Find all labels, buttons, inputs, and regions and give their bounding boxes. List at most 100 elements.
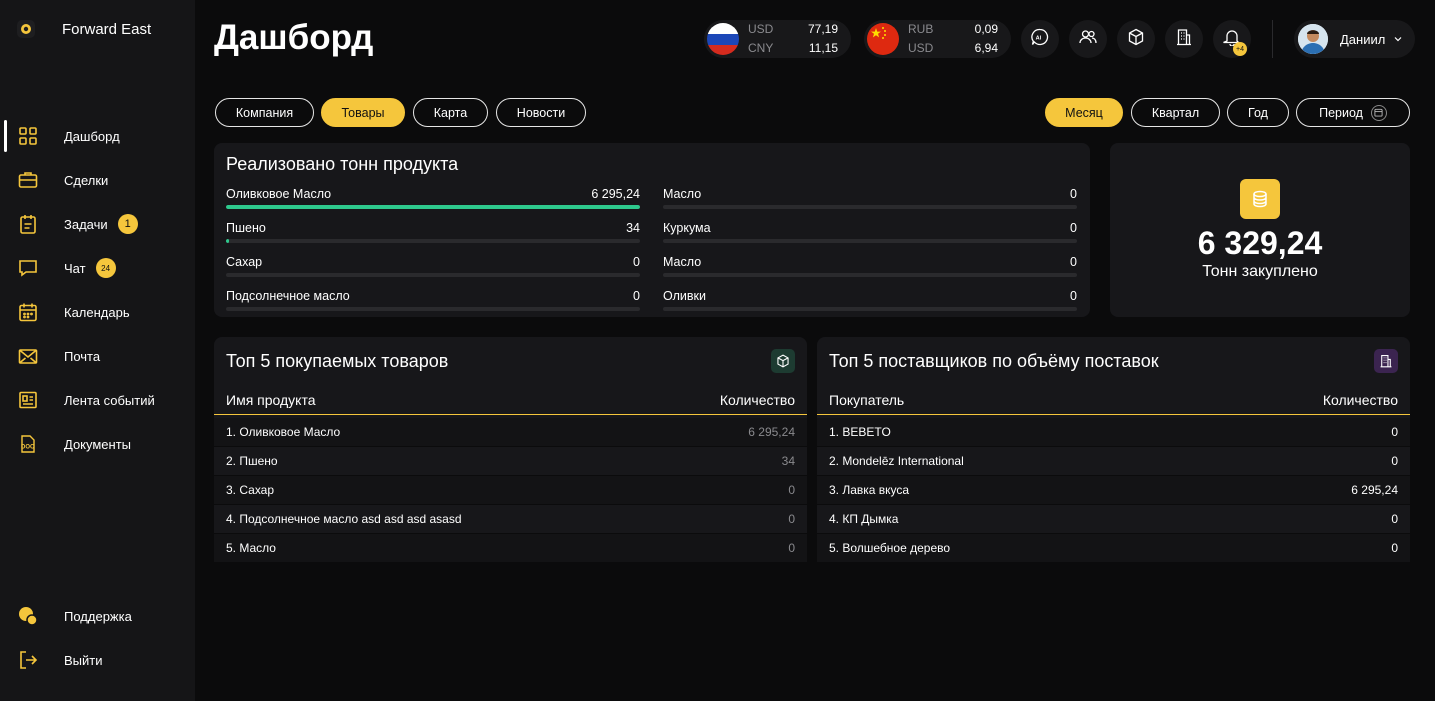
sidebar-item-dashboard[interactable]: Дашборд: [0, 114, 195, 158]
row-value: 6 295,24: [748, 425, 795, 439]
row-name: 2. Mondelēz International: [829, 454, 964, 468]
tasks-badge: 1: [117, 214, 138, 234]
user-menu[interactable]: Даниил: [1294, 20, 1415, 58]
avatar: [1298, 24, 1328, 54]
row-name: 1. Оливковое Масло: [226, 425, 341, 439]
notifications-button[interactable]: +4: [1213, 20, 1251, 58]
tab-company[interactable]: Компания: [215, 98, 314, 127]
row-name: 3. Лавка вкуса: [829, 483, 910, 497]
product-name: Куркума: [663, 221, 711, 235]
sidebar-item-support[interactable]: Поддержка: [0, 594, 195, 638]
table-row[interactable]: 3. Сахар 0: [214, 476, 807, 505]
table-row[interactable]: 5. Масло 0: [214, 534, 807, 563]
user-name: Даниил: [1340, 31, 1386, 47]
sidebar-item-documents[interactable]: DOC Документы: [0, 422, 195, 466]
main-content: Дашборд USD CNY 77,19 11,15 RUB USD 0,09…: [195, 0, 1435, 701]
tab-products[interactable]: Товары: [321, 98, 405, 127]
row-name: 4. КП Дымка: [829, 512, 899, 526]
top-products-header: Имя продукта Количество: [214, 385, 807, 415]
currency-value: 6,94: [974, 41, 998, 55]
table-row[interactable]: 5. Волшебное дерево 0: [817, 534, 1410, 563]
sidebar-item-mail[interactable]: Почта: [0, 334, 195, 378]
progress-bar: [663, 307, 1077, 311]
building-icon: [1374, 349, 1398, 373]
tab-news[interactable]: Новости: [496, 98, 586, 127]
period-custom-label: Период: [1319, 105, 1363, 120]
sidebar-item-label: Календарь: [64, 304, 130, 320]
row-name: 2. Пшено: [226, 454, 278, 468]
top-suppliers-header: Покупатель Количество: [817, 385, 1410, 415]
currency-code: RUB: [908, 22, 934, 36]
product-name: Масло: [663, 255, 702, 269]
top-suppliers-rows: 1. BEBETO 0 2. Mondelēz International 0 3. Л…: [817, 418, 1410, 563]
top-suppliers-card: Топ 5 поставщиков по объёму поставок Пок…: [817, 337, 1410, 563]
row-value: 6 295,24: [1351, 483, 1398, 497]
brand-logo-icon: [17, 20, 35, 38]
row-value: 0: [788, 541, 795, 555]
top-products-rows: 1. Оливковое Масло 6 295,24 2. Пшено 34 3. С…: [214, 418, 807, 563]
row-value: 34: [781, 454, 795, 468]
feed-icon: [18, 390, 38, 410]
dashboard-icon: [18, 126, 38, 146]
table-row[interactable]: 1. Оливковое Масло 6 295,24: [214, 418, 807, 447]
currency-rate-rub-usd[interactable]: RUB USD 0,09 6,94: [864, 20, 1011, 58]
row-name: 5. Масло: [226, 541, 276, 555]
currency-code: USD: [748, 22, 774, 36]
sidebar-item-logout[interactable]: Выйти: [0, 638, 195, 682]
currency-value: 11,15: [808, 41, 838, 55]
brand-name: Forward East: [62, 20, 152, 38]
table-row[interactable]: 1. BEBETO 0: [817, 418, 1410, 447]
companies-button[interactable]: [1165, 20, 1203, 58]
column-header: Имя продукта: [226, 391, 316, 408]
sidebar-item-feed[interactable]: Лента событий: [0, 378, 195, 422]
row-value: 0: [1391, 541, 1398, 555]
progress-bar: [226, 205, 640, 209]
chevron-down-icon: [1394, 37, 1402, 42]
calendar-icon: [1370, 104, 1387, 121]
table-row[interactable]: 3. Лавка вкуса 6 295,24: [817, 476, 1410, 505]
period-custom[interactable]: Период: [1296, 98, 1410, 127]
page-title: Дашборд: [214, 18, 374, 57]
svg-text:AI: AI: [1036, 35, 1042, 41]
notification-badge: +4: [1233, 42, 1247, 56]
product-progress-item: Масло 0: [663, 255, 1077, 277]
currency-rate-usd-cny[interactable]: USD CNY 77,19 11,15: [704, 20, 851, 58]
chat-icon: [18, 258, 38, 278]
cube-icon: [771, 349, 795, 373]
product-progress-item: Пшено 34: [226, 221, 640, 243]
progress-bar: [663, 273, 1077, 277]
table-row[interactable]: 2. Mondelēz International 0: [817, 447, 1410, 476]
table-row[interactable]: 4. КП Дымка 0: [817, 505, 1410, 534]
product-name: Сахар: [226, 255, 263, 269]
table-row[interactable]: 4. Подсолнечное масло asd asd asd asasd 0: [214, 505, 807, 534]
sidebar-item-deals[interactable]: Сделки: [0, 158, 195, 202]
progress-bar: [226, 307, 640, 311]
table-row[interactable]: 2. Пшено 34: [214, 447, 807, 476]
sidebar-item-label: Чат: [64, 260, 86, 276]
russia-flag-icon: [707, 23, 739, 55]
product-progress-item: Подсолнечное масло 0: [226, 289, 640, 311]
ai-assistant-button[interactable]: AI: [1021, 20, 1059, 58]
progress-fill: [226, 239, 229, 243]
row-name: 3. Сахар: [226, 483, 275, 497]
products-button[interactable]: [1117, 20, 1155, 58]
sidebar-item-label: Лента событий: [64, 392, 155, 408]
sold-products-card: Реализовано тонн продукта Оливковое Масл…: [214, 143, 1090, 317]
sidebar-item-chat[interactable]: Чат 24: [0, 246, 195, 290]
product-value: 0: [633, 255, 640, 269]
sidebar-item-label: Дашборд: [64, 128, 120, 144]
row-value: 0: [1391, 454, 1398, 468]
currency-code: CNY: [748, 41, 774, 55]
brand[interactable]: Forward East: [17, 20, 151, 38]
sidebar-item-calendar[interactable]: Календарь: [0, 290, 195, 334]
product-value: 0: [633, 289, 640, 303]
product-progress-item: Оливковое Масло 6 295,24: [226, 187, 640, 209]
row-value: 0: [788, 483, 795, 497]
period-month[interactable]: Месяц: [1045, 98, 1123, 127]
contacts-button[interactable]: [1069, 20, 1107, 58]
sidebar-item-tasks[interactable]: Задачи 1: [0, 202, 195, 246]
top-suppliers-title: Топ 5 поставщиков по объёму поставок: [829, 350, 1159, 371]
tab-map[interactable]: Карта: [413, 98, 488, 127]
period-quarter[interactable]: Квартал: [1131, 98, 1220, 127]
period-year[interactable]: Год: [1227, 98, 1289, 127]
